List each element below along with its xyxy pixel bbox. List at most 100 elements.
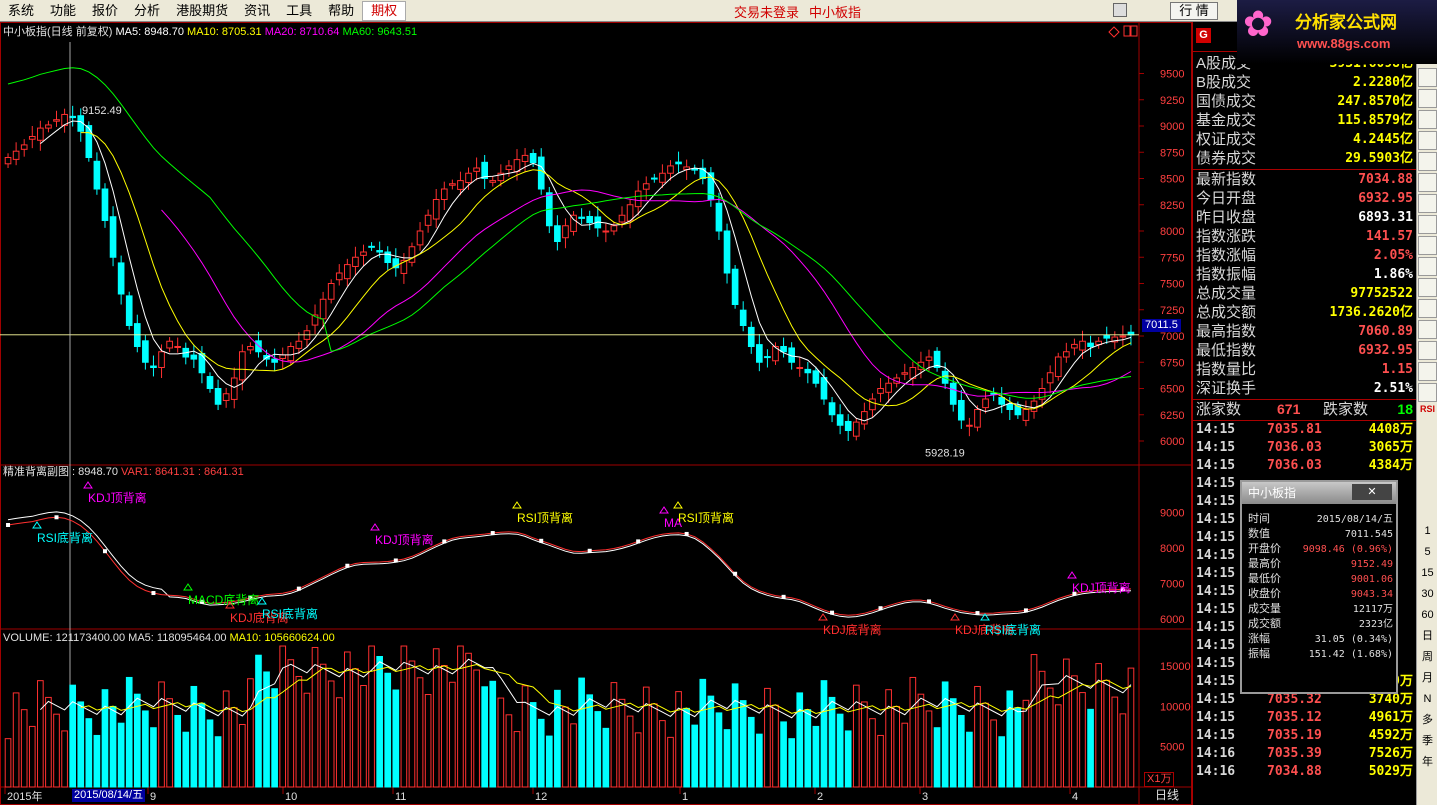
window-icon[interactable] [1113, 3, 1127, 17]
period-button[interactable]: 30 [1418, 585, 1437, 604]
volume-bar [335, 697, 343, 788]
menu-options[interactable]: 期权 [362, 0, 407, 21]
volume-bar [796, 692, 804, 788]
table-icon[interactable] [1418, 278, 1437, 297]
volume-bar [20, 709, 28, 788]
star-icon[interactable] [1418, 320, 1437, 339]
period-button[interactable]: N [1418, 690, 1437, 709]
popup-titlebar[interactable]: 中小板指 ✕ [1242, 482, 1396, 504]
indicator-dot [393, 558, 398, 563]
volume-bar [804, 709, 812, 788]
index-row: 最低指数 6932.95 [1193, 341, 1417, 360]
logo-name: 分析家公式网 [1295, 13, 1397, 32]
candle [820, 377, 828, 400]
volume-ma10-line [80, 663, 1132, 715]
volume-bar [626, 715, 634, 788]
candle [481, 161, 489, 180]
crosshair-info-popup[interactable]: 中小板指 ✕ 时间 2015/08/14/五 数值 7011.545 开盘价 9098.46… [1240, 480, 1398, 694]
tick-time: 14:15 [1196, 530, 1236, 545]
candle [287, 346, 295, 362]
period-button[interactable]: 1 [1418, 522, 1437, 541]
down-count: 18 [1397, 401, 1413, 417]
popup-row: 数值 7011.545 [1242, 527, 1396, 542]
popup-row-label: 数值 [1248, 528, 1270, 540]
menu-tools[interactable]: 工具 [278, 0, 320, 22]
line-icon[interactable] [1418, 236, 1437, 255]
up-count-label: 涨家数 [1196, 401, 1242, 418]
popup-row-value: 2323亿 [1358, 619, 1393, 630]
menu-help[interactable]: 帮助 [320, 0, 362, 22]
volume-bar [287, 659, 295, 788]
volume-bar [537, 718, 545, 788]
chart-area[interactable]: 6000 6250 6500 6750 7000 7250 7500 7750 8000 8250… [0, 22, 1192, 805]
y-tick-label: 8250 [1160, 200, 1184, 212]
gear-icon[interactable] [1418, 299, 1437, 318]
up-count: 671 [1277, 401, 1301, 417]
candle [238, 351, 246, 381]
list-icon[interactable] [1418, 131, 1437, 150]
popup-row-label: 涨幅 [1248, 633, 1270, 645]
period-button[interactable]: 年 [1418, 753, 1437, 772]
period-button[interactable]: 5 [1418, 543, 1437, 562]
candle [327, 283, 335, 300]
quote-button[interactable]: 行 情 [1170, 2, 1218, 20]
ma5-value: 8948.70 [144, 26, 184, 38]
chart-svg[interactable]: 6000 6250 6500 6750 7000 7250 7500 7750 8000 8250… [0, 22, 1192, 805]
volume-bar [691, 724, 699, 788]
grid-icon[interactable] [1418, 110, 1437, 129]
volume-bar [198, 702, 206, 788]
volume-bar [941, 681, 949, 788]
login-status[interactable]: 交易未登录 [734, 5, 799, 20]
volume-bar [1054, 704, 1062, 788]
close-icon[interactable] [1418, 68, 1437, 87]
indicator-dot [151, 591, 156, 596]
tick-time: 14:15 [1196, 692, 1236, 707]
popup-close-icon[interactable]: ✕ [1352, 484, 1392, 500]
pencil-icon[interactable] [1418, 194, 1437, 213]
bars-icon[interactable] [1418, 173, 1437, 192]
turnover-label: B股成交 [1196, 74, 1252, 91]
volume-bar [376, 656, 383, 788]
candle [966, 424, 973, 427]
period-button[interactable]: 季 [1418, 732, 1437, 751]
index-row: 昨日收盘 6893.31 [1193, 208, 1417, 227]
menu-quote[interactable]: 报价 [84, 0, 126, 22]
chart-icon[interactable] [1418, 152, 1437, 171]
candle [828, 402, 836, 416]
period-button[interactable]: 周 [1418, 648, 1437, 667]
volume-bar [877, 734, 884, 788]
kline-icon[interactable] [1418, 362, 1437, 381]
fx-icon[interactable] [1418, 257, 1437, 276]
menu-analysis[interactable]: 分析 [126, 0, 168, 22]
period-label[interactable]: 日线 [1155, 789, 1179, 802]
menu-news[interactable]: 资讯 [236, 0, 278, 22]
period-button[interactable]: 日 [1418, 627, 1437, 646]
popup-row-value: 12117万 [1352, 604, 1393, 615]
period-button[interactable]: RSI [1418, 400, 1437, 419]
menu-system[interactable]: 系统 [0, 0, 42, 22]
volume-bar [925, 710, 933, 788]
period-button[interactable]: 多 [1418, 711, 1437, 730]
candle [642, 183, 650, 190]
period-button[interactable]: 60 [1418, 606, 1437, 625]
wave-icon[interactable] [1418, 341, 1437, 360]
turnover-value: 29.5903亿 [1345, 151, 1413, 166]
volume-bar [893, 705, 901, 788]
turnover-row: B股成交 2.2280亿 [1193, 73, 1417, 92]
period-button[interactable]: 15 [1418, 564, 1437, 583]
zoom-icon[interactable] [1418, 215, 1437, 234]
menu-hk-futures[interactable]: 港股期货 [168, 0, 236, 22]
candle [675, 161, 682, 165]
volume-bar [852, 684, 860, 788]
minus-icon[interactable] [1418, 89, 1437, 108]
candle [586, 216, 594, 224]
main-legend: 中小板指(日线 前复权) MA5: 8948.70 MA10: 8705.31 … [3, 26, 418, 38]
period-button[interactable]: 月 [1418, 669, 1437, 688]
volume-bar [586, 694, 594, 788]
menu-function[interactable]: 功能 [42, 0, 84, 22]
volume-bar [990, 719, 997, 788]
candle [53, 119, 60, 122]
volume-bar [529, 702, 537, 788]
candle [982, 398, 989, 409]
candle [206, 376, 214, 389]
